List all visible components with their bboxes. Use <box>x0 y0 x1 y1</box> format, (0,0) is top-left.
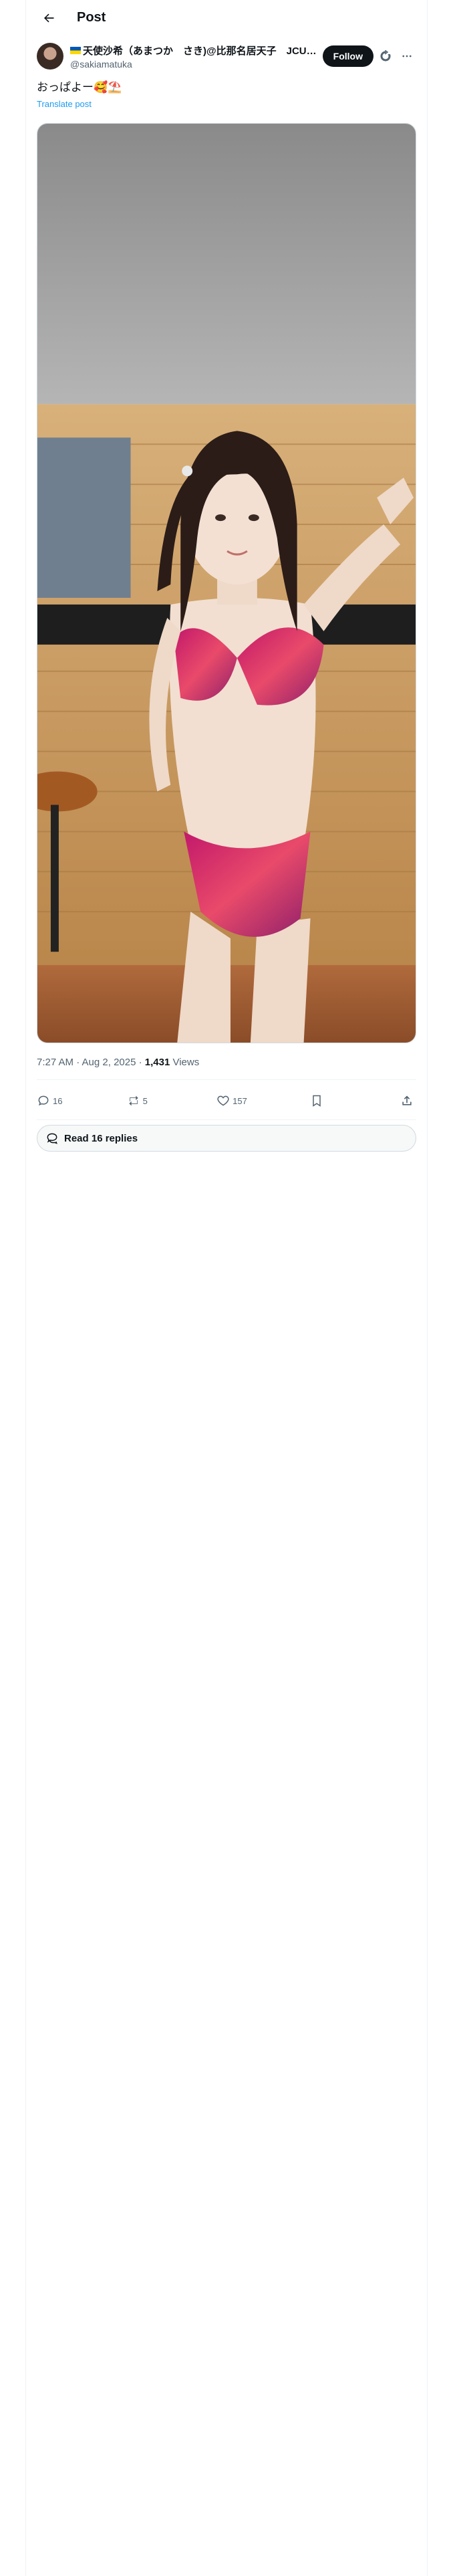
post-text-body: おっぱよー <box>37 81 94 94</box>
back-button[interactable] <box>37 6 61 30</box>
translate-post-link[interactable]: Translate post <box>37 99 92 109</box>
post-emojis: 🥰⛱️ <box>94 81 122 94</box>
repost-button[interactable]: 5 <box>127 1094 154 1107</box>
grok-button[interactable] <box>376 47 395 66</box>
share-icon <box>402 1095 412 1105</box>
author-names: 天使沙希（あまつか さき)@比那名居天子 JCUTI... @sakiamatu… <box>70 43 317 70</box>
photo-icon <box>37 124 416 1043</box>
more-button[interactable] <box>398 47 416 66</box>
arrow-left-icon <box>44 13 54 22</box>
read-replies-label: Read 16 replies <box>64 1132 138 1144</box>
avatar[interactable] <box>37 43 63 70</box>
views-label: Views <box>170 1057 200 1068</box>
repost-count: 5 <box>142 1095 148 1106</box>
handle[interactable]: @sakiamatuka <box>70 59 317 70</box>
divider <box>37 1079 416 1080</box>
read-replies-button[interactable]: Read 16 replies <box>37 1125 416 1152</box>
action-bar: 16 5 157 <box>37 1085 416 1117</box>
post-text: おっぱよー🥰⛱️ <box>37 80 122 95</box>
post-photo[interactable] <box>37 123 416 1043</box>
divider <box>37 1119 416 1120</box>
flag-icon <box>70 46 81 54</box>
reply-button[interactable]: 16 <box>37 1094 63 1107</box>
views-count: 1,431 <box>144 1057 170 1068</box>
reply-icon <box>38 1095 49 1106</box>
display-name[interactable]: 天使沙希（あまつか さき)@比那名居天子 JCUTI... <box>70 43 317 58</box>
post-metadata: 7:27 AM · Aug 2, 2025 · 1,431 Views <box>37 1057 199 1068</box>
page: Post 天使沙希（あまつか さき)@比那名居天子 JCUTI... @saki… <box>0 0 451 2576</box>
bookmark-icon <box>313 1095 321 1107</box>
repost-icon <box>128 1095 138 1106</box>
author-row: 天使沙希（あまつか さき)@比那名居天子 JCUTI... @sakiamatu… <box>37 41 416 71</box>
header: Post <box>26 0 427 35</box>
more-icon <box>402 55 412 58</box>
main-column: Post 天使沙希（あまつか さき)@比那名居天子 JCUTI... @saki… <box>25 0 428 2576</box>
bookmark-button[interactable] <box>310 1094 337 1107</box>
page-title: Post <box>77 10 106 25</box>
like-button[interactable]: 157 <box>216 1094 247 1107</box>
like-count: 157 <box>233 1095 247 1106</box>
speech-bubble-icon <box>47 1133 57 1144</box>
post-timestamp[interactable]: 7:27 AM · Aug 2, 2025 · <box>37 1057 145 1068</box>
share-button[interactable] <box>400 1094 416 1107</box>
heart-icon <box>217 1095 229 1106</box>
reply-count: 16 <box>53 1095 63 1106</box>
display-name-text: 天使沙希（あまつか さき)@比那名居天子 JCUTI... <box>83 45 317 57</box>
grok-icon <box>380 50 391 62</box>
follow-button[interactable]: Follow <box>322 45 373 67</box>
